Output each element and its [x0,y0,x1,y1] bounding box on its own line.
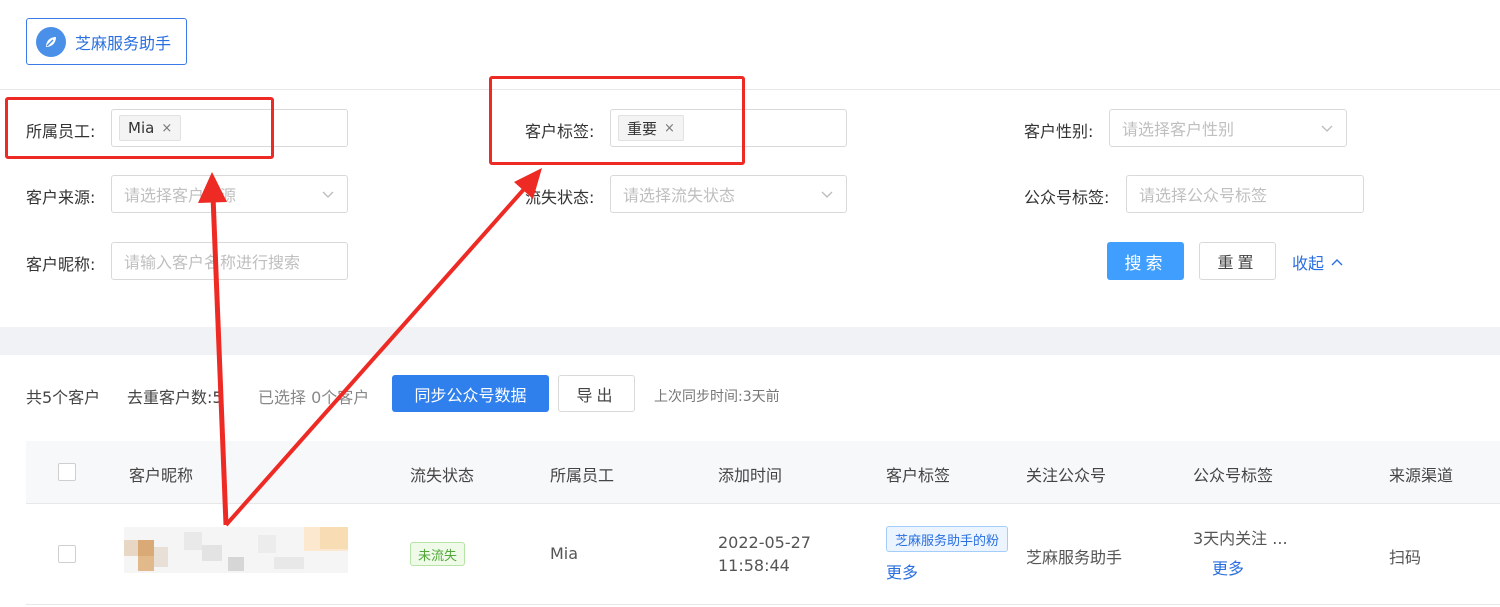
collapse-label: 收起 [1292,254,1325,273]
nickname-search-input[interactable]: 请输入客户名称进行搜索 [111,242,348,280]
collapse-filters-link[interactable]: 收起 [1292,250,1344,274]
churn-status-badge: 未流失 [410,542,466,566]
gender-filter-label: 客户性别: [1024,122,1094,141]
nickname-filter-label: 客户昵称: [26,255,96,274]
header-divider [0,89,1500,90]
row-divider [26,604,1500,605]
avatar [124,527,348,573]
source-filter-label: 客户来源: [26,188,96,207]
gender-placeholder: 请选择客户性别 [1122,120,1235,139]
annotation-arrows [198,168,542,527]
dedup-count: 去重客户数:5 [127,388,223,407]
column-header[interactable]: 流失状态 [410,462,474,486]
source-filter-select[interactable]: 请选择客户来源 [111,175,348,213]
mp-tag-filter-label: 公众号标签: [1024,188,1110,207]
column-header[interactable]: 添加时间 [718,462,782,486]
mp-tag-placeholder: 请选择公众号标签 [1139,186,1268,205]
gender-filter-select[interactable]: 请选择客户性别 [1109,109,1347,147]
column-header[interactable]: 客户标签 [886,462,950,486]
column-header[interactable]: 公众号标签 [1193,462,1273,486]
selected-count: 已选择 0个客户 [258,388,370,407]
total-count: 共5个客户 [26,388,101,407]
chevron-up-icon [1331,259,1343,266]
row-added-time: 11:58:44 [718,556,790,575]
churn-placeholder: 请选择流失状态 [623,186,736,205]
reset-button[interactable]: 重置 [1199,242,1276,280]
row-added-date: 2022-05-27 [718,533,811,552]
nickname-placeholder: 请输入客户名称进行搜索 [124,253,301,272]
column-header[interactable]: 关注公众号 [1026,462,1106,486]
row-checkbox[interactable] [58,545,76,563]
row-mp-account: 芝麻服务助手 [1026,548,1123,567]
chevron-down-icon [821,191,833,198]
row-customer-tag: 芝麻服务助手的粉 [886,526,1008,552]
column-header[interactable]: 来源渠道 [1389,462,1453,486]
leaf-icon [36,26,66,57]
export-button[interactable]: 导出 [558,375,635,412]
app-name: 芝麻服务助手 [75,33,172,53]
last-sync-time: 上次同步时间:3天前 [654,389,780,405]
select-all-checkbox[interactable] [58,463,76,481]
section-separator [0,327,1500,355]
source-placeholder: 请选择客户来源 [124,186,237,205]
search-button[interactable]: 搜索 [1107,242,1184,280]
row-staff: Mia [550,544,579,563]
sync-mp-data-button[interactable]: 同步公众号数据 [392,375,549,412]
row-mp-tag: 3天内关注 ... [1193,529,1288,548]
app-name-badge[interactable]: 芝麻服务助手 [26,18,187,65]
more-tags-link[interactable]: 更多 [886,559,918,583]
churn-filter-label: 流失状态: [525,188,595,207]
annotation-box-staff [5,97,274,159]
header-divider [26,503,1500,504]
column-header[interactable]: 所属员工 [550,462,614,486]
column-header[interactable]: 客户昵称 [129,462,193,486]
mp-tag-filter-select[interactable]: 请选择公众号标签 [1126,175,1364,213]
more-mp-tags-link[interactable]: 更多 [1212,555,1244,579]
annotation-box-customer-tag [489,76,745,165]
row-source: 扫码 [1389,548,1422,567]
chevron-down-icon [1321,125,1333,132]
chevron-down-icon [322,191,334,198]
churn-filter-select[interactable]: 请选择流失状态 [610,175,847,213]
